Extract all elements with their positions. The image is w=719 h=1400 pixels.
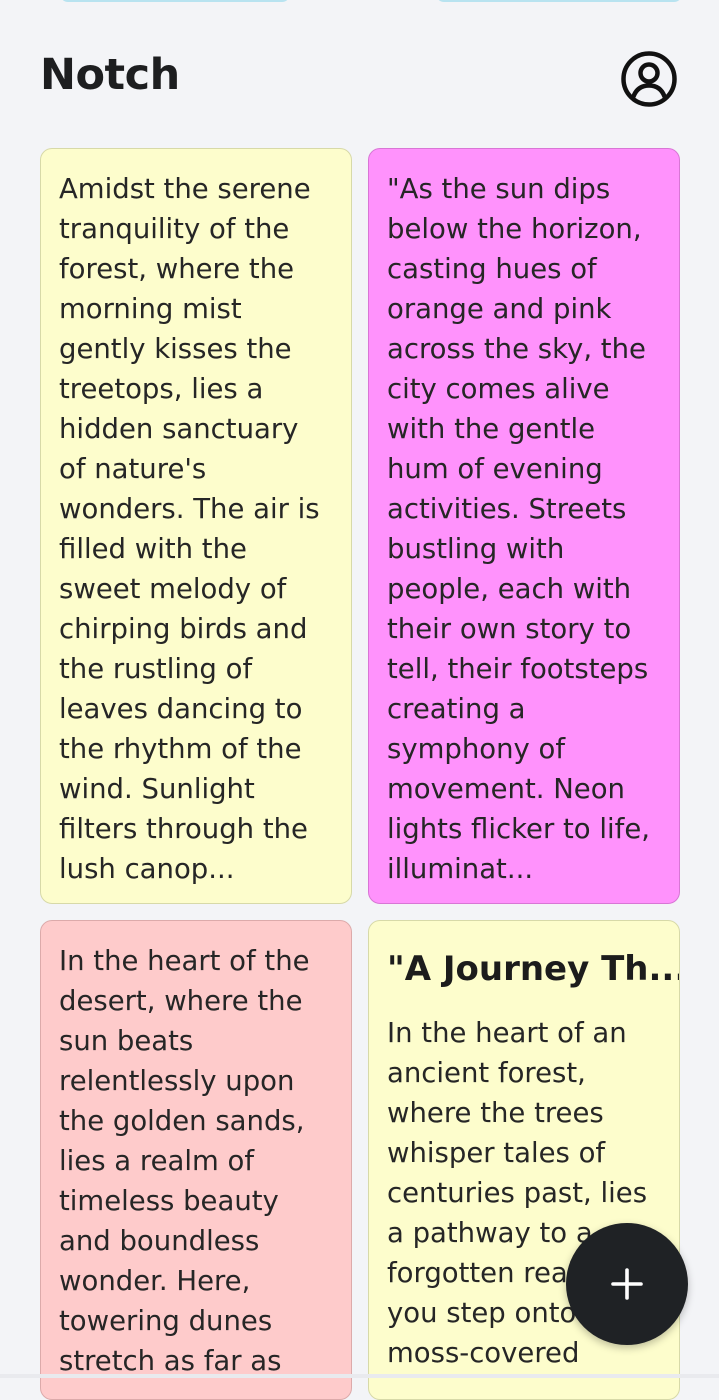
note-body: "As the sun dips below the horizon, cast… — [387, 173, 650, 885]
plus-icon — [611, 1268, 643, 1300]
bottom-divider — [0, 1374, 719, 1378]
note-body: In the heart of the desert, where the su… — [59, 945, 310, 1377]
note-body: Amidst the serene tranquility of the for… — [59, 173, 320, 885]
app-title: Notch — [40, 50, 180, 100]
profile-button[interactable] — [620, 50, 678, 108]
previous-note-edge — [60, 0, 290, 2]
note-card[interactable]: In the heart of the desert, where the su… — [40, 920, 352, 1400]
note-card[interactable]: Amidst the serene tranquility of the for… — [40, 148, 352, 904]
note-title: "A Journey Th... — [387, 949, 680, 989]
add-note-button[interactable] — [566, 1223, 688, 1345]
previous-note-edge — [436, 0, 682, 2]
user-circle-icon — [621, 51, 677, 107]
note-card[interactable]: "As the sun dips below the horizon, cast… — [368, 148, 680, 904]
